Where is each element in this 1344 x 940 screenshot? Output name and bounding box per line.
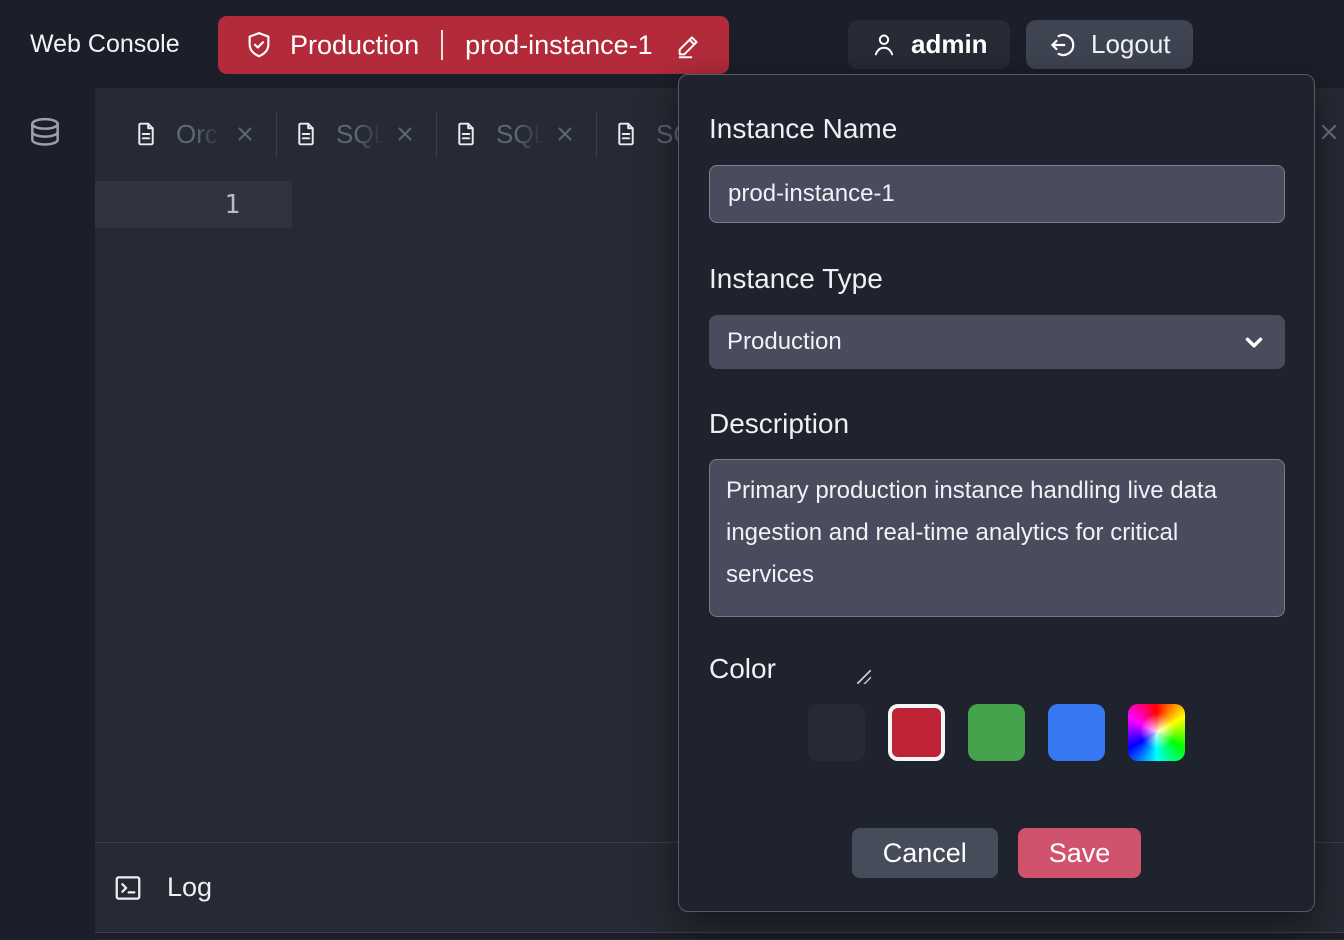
user-name: admin xyxy=(911,29,988,60)
color-swatch-rainbow[interactable] xyxy=(1128,704,1185,761)
logout-icon xyxy=(1048,30,1078,60)
tab-close-icon[interactable] xyxy=(550,119,580,149)
description-field-label: Description xyxy=(709,408,1284,440)
tab-label: Orc xyxy=(176,119,226,150)
color-swatch-green[interactable] xyxy=(968,704,1025,761)
tab-3[interactable]: SQL xyxy=(437,88,596,180)
tab-2[interactable]: SQL xyxy=(277,88,436,180)
instance-type-field-label: Instance Type xyxy=(709,263,1284,295)
line-number-gutter: 1 xyxy=(95,181,292,228)
logout-label: Logout xyxy=(1091,29,1171,60)
instance-type-value: Production xyxy=(727,328,842,356)
file-icon xyxy=(613,119,639,149)
app-title: Web Console xyxy=(30,0,180,88)
tab-label: SQL xyxy=(496,119,546,150)
user-chip[interactable]: admin xyxy=(848,20,1010,69)
instance-settings-modal: Instance Name Instance Type Production D… xyxy=(678,74,1315,912)
description-textarea[interactable]: Primary production instance handling liv… xyxy=(709,459,1285,617)
tab-label: SQL xyxy=(336,119,386,150)
line-number: 1 xyxy=(224,190,240,220)
file-icon xyxy=(293,119,319,149)
file-icon xyxy=(133,119,159,149)
modal-actions: Cancel Save xyxy=(709,828,1284,878)
shield-check-icon xyxy=(244,29,274,61)
instance-name-input[interactable] xyxy=(709,165,1285,223)
tab-close-icon[interactable] xyxy=(390,119,420,149)
chevron-down-icon xyxy=(1241,329,1267,355)
terminal-icon xyxy=(113,873,143,903)
file-icon xyxy=(453,119,479,149)
instance-name-field-label: Instance Name xyxy=(709,113,1284,145)
hidden-tab-close-icon[interactable] xyxy=(1317,120,1341,144)
tab-close-icon[interactable] xyxy=(230,119,260,149)
sidebar xyxy=(0,88,95,940)
color-field-label: Color xyxy=(709,653,1284,685)
tab-1[interactable]: Orc xyxy=(117,88,276,180)
user-icon xyxy=(870,30,898,60)
edit-pencil-icon[interactable] xyxy=(675,31,703,59)
instance-type-select[interactable]: Production xyxy=(709,315,1285,369)
color-swatch-default[interactable] xyxy=(808,704,865,761)
instance-name-label: prod-instance-1 xyxy=(465,30,653,61)
save-button[interactable]: Save xyxy=(1018,828,1142,878)
color-swatch-red[interactable] xyxy=(888,704,945,761)
badge-divider xyxy=(441,30,443,60)
cancel-button[interactable]: Cancel xyxy=(852,828,998,878)
environment-label: Production xyxy=(290,30,419,61)
database-icon[interactable] xyxy=(26,113,64,157)
bottom-strip xyxy=(95,933,1344,939)
color-swatch-blue[interactable] xyxy=(1048,704,1105,761)
logout-button[interactable]: Logout xyxy=(1026,20,1193,69)
log-label: Log xyxy=(167,872,212,903)
color-swatch-row xyxy=(709,704,1284,761)
environment-badge[interactable]: Production prod-instance-1 xyxy=(218,16,729,74)
